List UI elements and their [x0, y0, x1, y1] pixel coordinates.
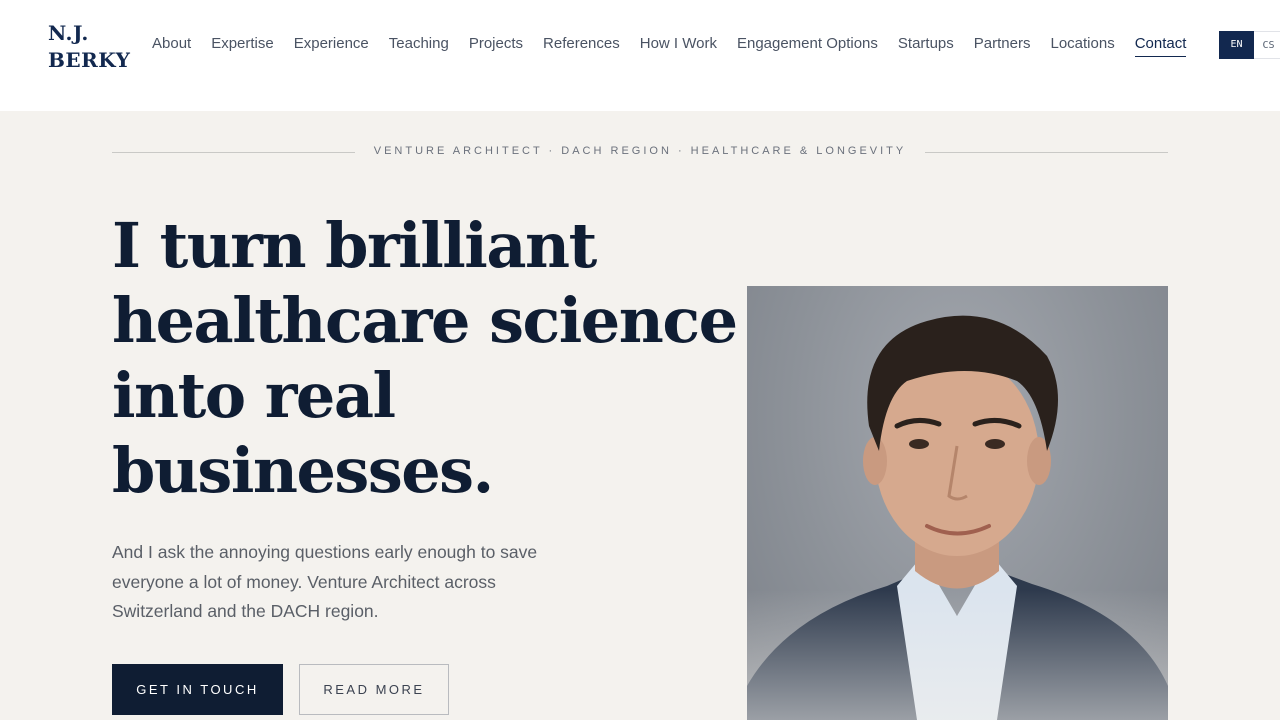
nav-item-experience[interactable]: Experience: [294, 33, 369, 57]
logo-line-initials: N.J.: [48, 21, 89, 45]
headline-line: businesses.: [112, 434, 494, 507]
nav-item-locations[interactable]: Locations: [1050, 33, 1114, 57]
headline-line: into real: [112, 359, 396, 432]
lang-button-cs[interactable]: CS: [1254, 31, 1280, 59]
nav-item-startups[interactable]: Startups: [898, 33, 954, 57]
headline-line: I turn brilliant: [112, 209, 597, 282]
subtitle-line: And I ask the annoying questions early e…: [112, 542, 538, 562]
portrait-photo: [747, 286, 1168, 720]
lang-button-en[interactable]: EN: [1219, 31, 1254, 59]
logo-line-name: BERKY: [48, 48, 131, 72]
hero-subtitle: And I ask the annoying questions early e…: [112, 538, 632, 627]
hero-eyebrow: VENTURE ARCHITECT · DACH REGION · HEALTH…: [373, 145, 907, 157]
main-nav: About Expertise Experience Teaching Proj…: [152, 33, 1187, 57]
language-switcher: EN CS: [1219, 31, 1280, 59]
subtitle-line: Switzerland and the DACH region.: [112, 601, 379, 621]
eyebrow-divider-left: [112, 152, 355, 153]
nav-item-references[interactable]: References: [543, 33, 620, 57]
subtitle-line: everyone a lot of money. Venture Archite…: [112, 571, 496, 592]
portrait-illustration: [747, 286, 1168, 720]
get-in-touch-button[interactable]: GET IN TOUCH: [112, 664, 283, 715]
nav-item-engagement-options[interactable]: Engagement Options: [737, 33, 878, 57]
eyebrow-divider-right: [925, 152, 1168, 153]
nav-item-partners[interactable]: Partners: [974, 33, 1031, 57]
headline-line: healthcare science: [112, 284, 738, 357]
nav-item-projects[interactable]: Projects: [469, 33, 523, 57]
nav-item-teaching[interactable]: Teaching: [389, 33, 449, 57]
site-header: N.J. BERKY About Expertise Experience Te…: [0, 0, 1280, 111]
hero-headline: I turn brilliant healthcare science into…: [112, 208, 738, 508]
nav-item-contact[interactable]: Contact: [1134, 33, 1187, 57]
nav-item-how-i-work[interactable]: How I Work: [640, 33, 717, 57]
nav-item-about[interactable]: About: [152, 33, 191, 57]
read-more-button[interactable]: READ MORE: [299, 664, 449, 715]
nav-item-expertise[interactable]: Expertise: [211, 33, 274, 57]
site-logo[interactable]: N.J. BERKY: [48, 20, 130, 74]
